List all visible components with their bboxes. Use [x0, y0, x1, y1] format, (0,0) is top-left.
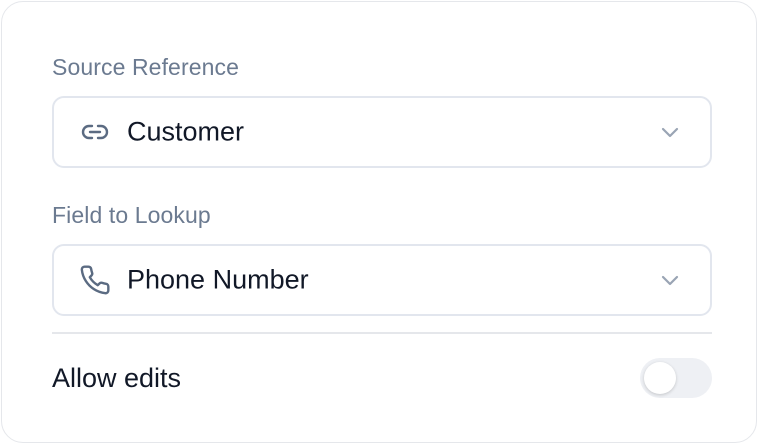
field-to-lookup-value: Phone Number	[127, 264, 309, 295]
lookup-settings-card: Source Reference Customer Field to Looku…	[1, 1, 757, 443]
allow-edits-toggle[interactable]	[640, 358, 712, 398]
toggle-knob	[644, 362, 676, 394]
source-reference-value: Customer	[127, 116, 245, 147]
source-reference-select[interactable]: Customer	[52, 96, 712, 168]
phone-icon	[78, 263, 112, 297]
chevron-down-icon	[658, 120, 682, 144]
field-to-lookup-select[interactable]: Phone Number	[52, 244, 712, 316]
field-to-lookup-label: Field to Lookup	[52, 202, 211, 228]
allow-edits-label: Allow edits	[52, 363, 182, 393]
chevron-down-icon	[658, 268, 682, 292]
divider	[52, 332, 712, 334]
link-icon	[78, 115, 112, 149]
source-reference-label: Source Reference	[52, 54, 239, 80]
